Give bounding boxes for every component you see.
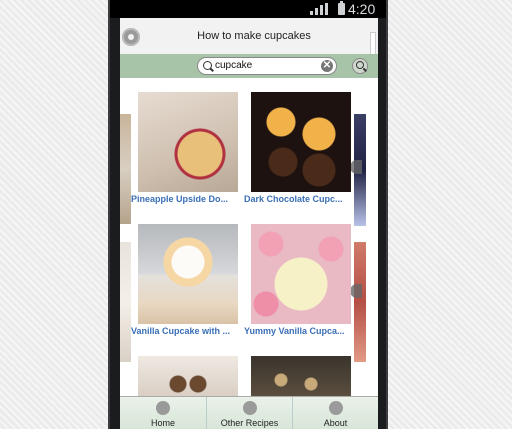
title-bar: How to make cupcakes	[120, 18, 378, 54]
recipe-image[interactable]	[137, 92, 238, 192]
search-button[interactable]	[352, 58, 368, 74]
recipe-image[interactable]	[250, 92, 351, 192]
status-bar: 4:20	[110, 0, 386, 18]
recipe-title[interactable]: Pineapple Upside Do...	[131, 194, 244, 204]
home-icon	[156, 401, 170, 415]
prev-column-peek	[120, 242, 131, 362]
status-time: 4:20	[348, 1, 376, 17]
app-title: How to make cupcakes	[197, 30, 311, 42]
search-bar: cupcake ✕	[120, 54, 378, 78]
recipe-title[interactable]: Yummy Vanilla Cupca...	[244, 326, 357, 336]
recipe-image[interactable]	[137, 356, 238, 396]
recipe-card[interactable]: Yummy Vanilla Cupca...	[244, 224, 357, 336]
signal-icon	[310, 3, 328, 15]
recipe-title[interactable]: Vanilla Cupcake with ...	[131, 326, 244, 336]
recipe-image[interactable]	[250, 356, 351, 396]
recipe-card[interactable]	[131, 356, 244, 396]
search-input[interactable]: cupcake ✕	[197, 57, 337, 75]
tab-other-recipes[interactable]: Other Recipes	[206, 397, 292, 429]
tab-label: Home	[150, 418, 175, 428]
list-icon	[242, 401, 257, 415]
bottom-tab-bar: Home Other Recipes About	[120, 396, 378, 429]
recipe-card[interactable]: Vanilla Cupcake with ...	[131, 224, 244, 336]
battery-icon	[338, 1, 345, 15]
recipe-image[interactable]	[250, 224, 351, 324]
info-icon	[328, 401, 343, 415]
recipe-grid: Pineapple Upside Do... Dark Chocolate Cu…	[120, 78, 378, 398]
recipe-title[interactable]: Dark Chocolate Cupc...	[244, 194, 357, 204]
search-icon	[356, 61, 364, 69]
search-icon	[203, 61, 212, 70]
recipe-card[interactable]: Dark Chocolate Cupc...	[244, 92, 357, 204]
recipe-card[interactable]: Pineapple Upside Do...	[131, 92, 244, 204]
clear-icon[interactable]: ✕	[321, 60, 333, 72]
recipe-card[interactable]	[244, 356, 357, 396]
app-screen: How to make cupcakes cupcake ✕ Pineapple…	[120, 18, 378, 429]
tab-label: About	[323, 418, 348, 428]
tab-about[interactable]: About	[292, 397, 378, 429]
recipe-image[interactable]	[137, 224, 238, 324]
prev-column-peek	[120, 114, 131, 224]
tab-label: Other Recipes	[220, 418, 279, 428]
search-value[interactable]: cupcake	[215, 60, 252, 71]
tab-home[interactable]: Home	[120, 397, 206, 429]
